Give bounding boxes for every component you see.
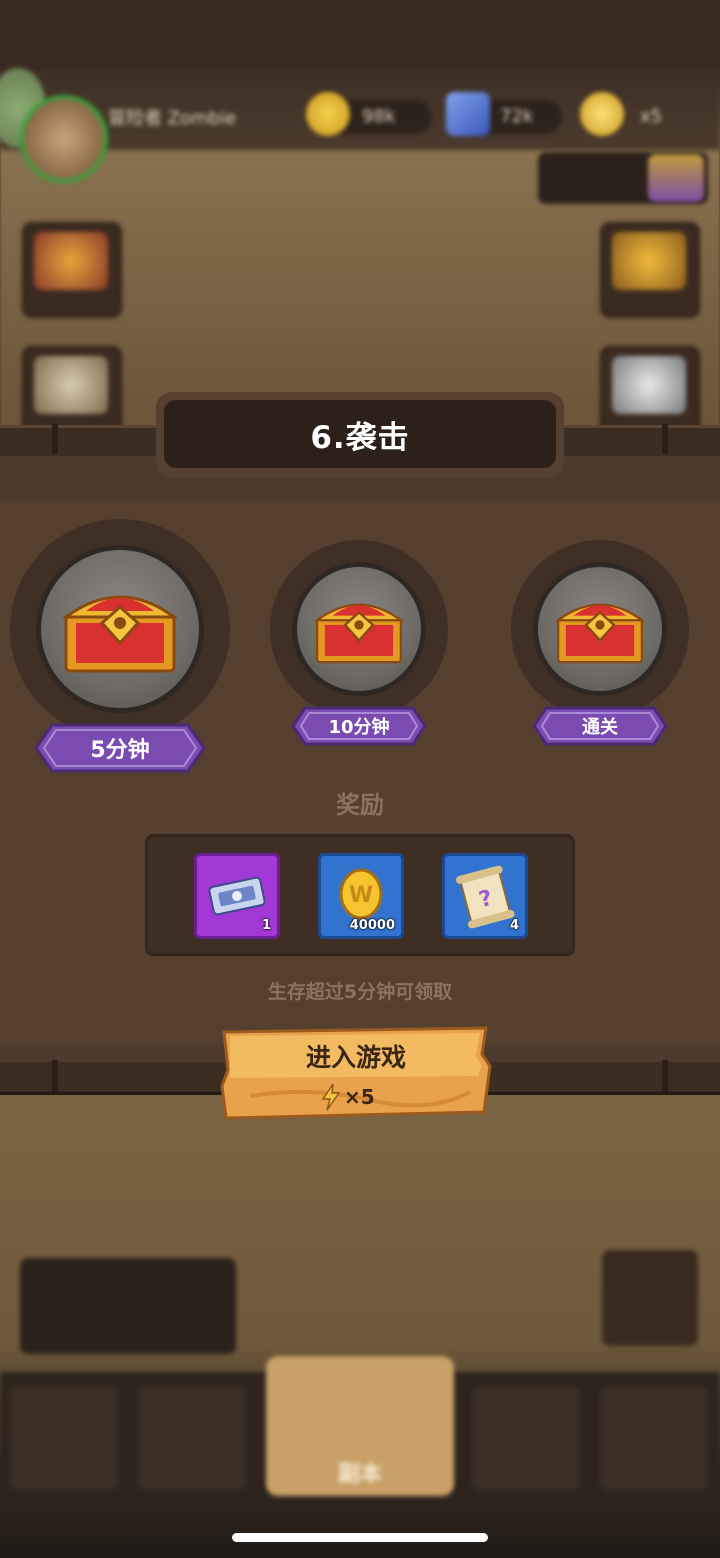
side-button-right-1[interactable] — [600, 222, 700, 318]
reward-ticket-qty: 1 — [261, 918, 271, 933]
chest-10min[interactable] — [270, 540, 448, 718]
chest-clear-tag[interactable]: 通关 — [532, 706, 668, 746]
energy-icon — [580, 92, 624, 136]
chest-clear-label: 通关 — [582, 717, 618, 738]
reward-ticket[interactable]: 1 — [194, 853, 280, 939]
shop-button[interactable] — [602, 1250, 698, 1346]
nav-item-equipment[interactable] — [472, 1386, 580, 1490]
chest-5min[interactable] — [10, 519, 230, 739]
chest-10min-label: 10分钟 — [328, 717, 390, 738]
enter-game-label: 进入游戏 — [305, 1043, 406, 1072]
svg-text:W: W — [349, 883, 373, 908]
treasure-chest-icon — [314, 603, 404, 664]
avatar[interactable] — [20, 95, 108, 183]
reward-scroll[interactable]: ? 4 — [442, 853, 528, 939]
reward-gold[interactable]: W 40000 — [318, 853, 404, 939]
claim-hint: 生存超过5分钟可领取 — [267, 981, 453, 1003]
level-title: 6.袭击 — [310, 419, 410, 456]
side-button-left-1[interactable] — [22, 222, 122, 318]
gold-coin-icon — [306, 92, 350, 136]
gold-amount: 98k — [362, 106, 396, 127]
gem-icon — [446, 92, 490, 136]
rim-post — [52, 1060, 58, 1092]
chest-5min-label: 5分钟 — [90, 738, 150, 763]
rim-post — [52, 424, 58, 454]
rim-post — [662, 1060, 668, 1092]
nav-item-dungeon-label: 副本 — [337, 1462, 382, 1487]
rewards-box: 1 W 40000 ? 4 — [145, 834, 575, 956]
chest-10min-tag[interactable]: 10分钟 — [291, 706, 427, 746]
reward-gold-qty: 40000 — [349, 918, 395, 933]
chest-clear[interactable] — [511, 540, 689, 718]
reward-scroll-qty: 4 — [509, 918, 519, 933]
lightning-icon — [321, 1083, 341, 1111]
home-indicator[interactable] — [232, 1533, 488, 1542]
nav-item-hero[interactable] — [10, 1386, 118, 1490]
chest-5min-tag[interactable]: 5分钟 — [34, 722, 206, 774]
treasure-chest-icon — [555, 603, 645, 664]
gem-amount: 72k — [500, 106, 534, 127]
nav-item-chest[interactable] — [600, 1386, 708, 1490]
quest-panel[interactable] — [20, 1258, 236, 1354]
event-chest-icon[interactable] — [648, 154, 704, 202]
nav-item-target[interactable] — [138, 1386, 246, 1490]
rim-post — [662, 424, 668, 454]
enter-game-cost: ×5 — [320, 1082, 400, 1112]
rewards-title: 奖励 — [336, 791, 384, 819]
level-title-bar: 6.袭击 — [156, 392, 564, 478]
treasure-chest-icon — [62, 595, 178, 673]
player-name: 冒险者 Zombie — [108, 108, 237, 129]
enter-game-cost-value: ×5 — [344, 1085, 375, 1109]
energy-amount: x5 — [640, 106, 663, 127]
